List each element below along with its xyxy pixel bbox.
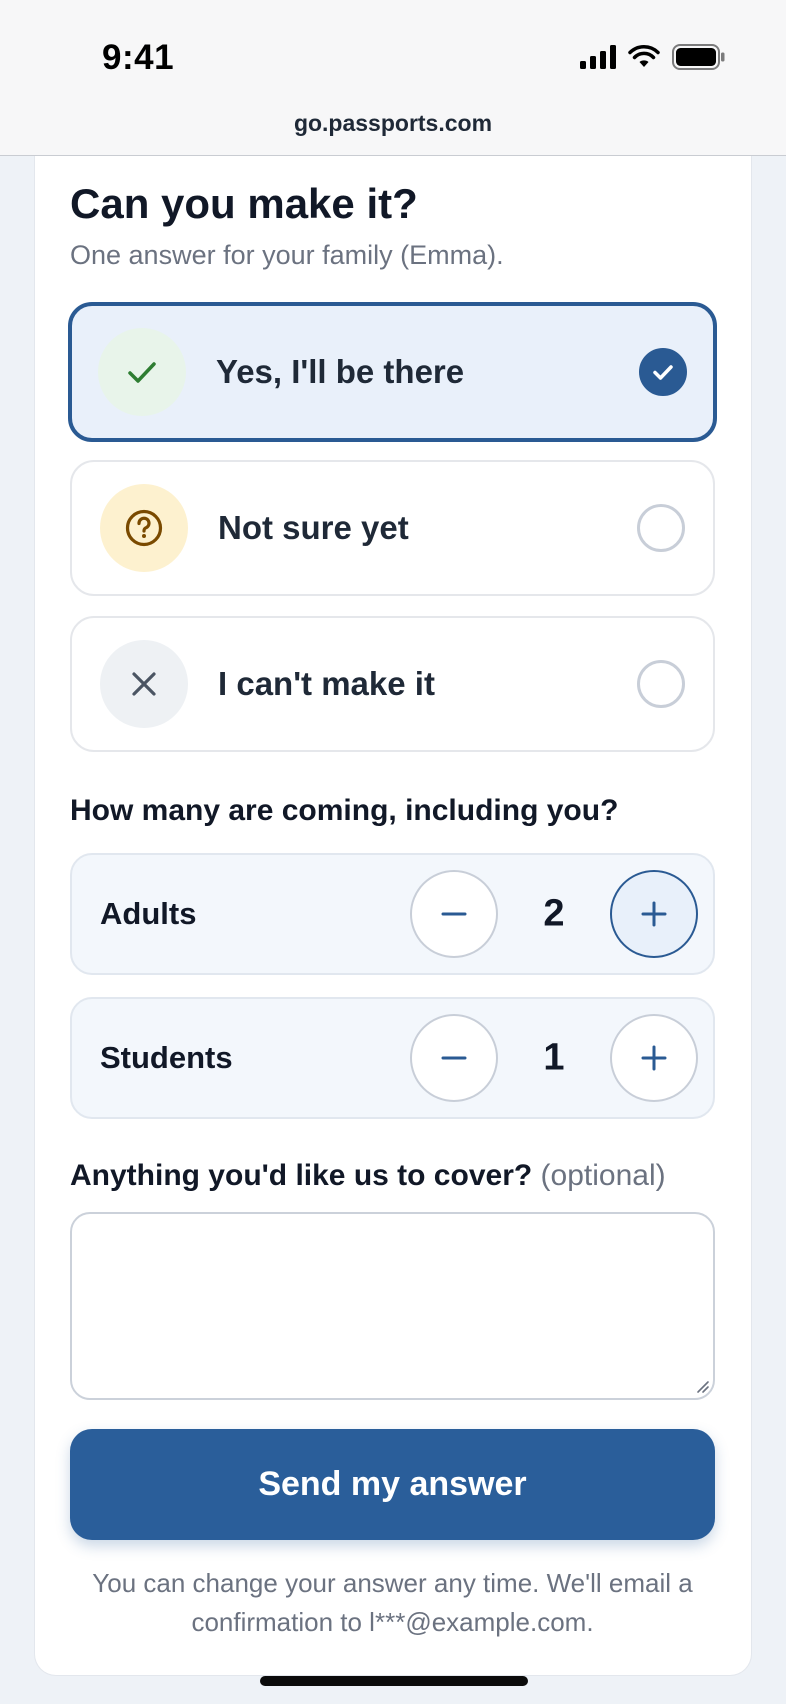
plus-icon	[641, 1045, 667, 1071]
cellular-signal-icon	[580, 45, 616, 69]
check-icon	[98, 328, 186, 416]
notes-optional-text: (optional)	[540, 1159, 666, 1192]
option-yes[interactable]: Yes, I'll be there	[68, 302, 717, 442]
option-not-sure[interactable]: Not sure yet	[70, 460, 715, 596]
footnote-text: You can change your answer any time. We'…	[92, 1568, 693, 1637]
students-decrement-button[interactable]	[410, 1014, 498, 1102]
status-time: 9:41	[102, 38, 175, 77]
notes-textarea[interactable]	[70, 1212, 715, 1400]
option-not-sure-label: Not sure yet	[218, 509, 409, 546]
option-yes-label: Yes, I'll be there	[216, 353, 465, 390]
status-bar: 9:41	[0, 0, 786, 112]
adults-count: 2	[543, 892, 565, 935]
wifi-icon	[628, 45, 660, 67]
notes-question-label: Anything you'd like us to cover? (option…	[70, 1159, 666, 1193]
question-circle-icon	[100, 484, 188, 572]
url-text: go.passports.com	[293, 110, 493, 136]
adults-decrement-button[interactable]	[410, 870, 498, 958]
status-icons	[580, 44, 726, 70]
students-label: Students	[100, 1040, 233, 1075]
adults-counter: Adults 2	[70, 853, 715, 975]
resize-grip-icon[interactable]	[694, 1378, 710, 1394]
radio-empty-icon[interactable]	[637, 660, 685, 708]
home-indicator[interactable]	[260, 1676, 528, 1686]
students-count: 1	[543, 1036, 565, 1079]
send-answer-button[interactable]: Send my answer	[70, 1429, 715, 1540]
students-counter: Students 1	[70, 997, 715, 1119]
page-subtitle: One answer for your family (Emma).	[70, 240, 504, 270]
minus-icon	[441, 912, 467, 916]
radio-checked-icon[interactable]	[639, 348, 687, 396]
plus-icon	[641, 901, 667, 927]
count-question-label: How many are coming, including you?	[70, 794, 619, 827]
page-title: Can you make it?	[70, 180, 418, 227]
radio-empty-icon[interactable]	[637, 504, 685, 552]
minus-icon	[441, 1056, 467, 1060]
adults-label: Adults	[100, 896, 197, 931]
students-increment-button[interactable]	[610, 1014, 698, 1102]
option-cant-make-it[interactable]: I can't make it	[70, 616, 715, 752]
option-cant-make-it-label: I can't make it	[218, 665, 435, 702]
x-icon	[100, 640, 188, 728]
notes-question-text: Anything you'd like us to cover?	[70, 1159, 533, 1192]
url-bar[interactable]: go.passports.com	[0, 104, 786, 156]
battery-icon	[672, 44, 725, 70]
adults-increment-button[interactable]	[610, 870, 698, 958]
